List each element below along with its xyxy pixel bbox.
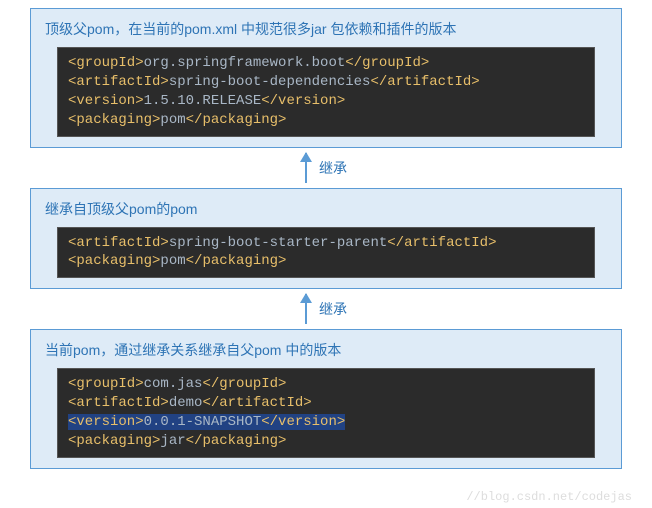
inherit-arrow-1: 继承 xyxy=(0,148,652,188)
code-block: <artifactId>spring-boot-starter-parent</… xyxy=(57,227,595,279)
watermark: //blog.csdn.net/codejas xyxy=(466,490,632,504)
arrow-label: 继承 xyxy=(319,299,347,319)
parent-pom-box: 继承自顶级父pom的pom <artifactId>spring-boot-st… xyxy=(30,188,622,290)
arrow-label: 继承 xyxy=(319,158,347,178)
inherit-arrow-2: 继承 xyxy=(0,289,652,329)
code-block: <groupId>org.springframework.boot</group… xyxy=(57,47,595,137)
code-block: <groupId>com.jas</groupId> <artifactId>d… xyxy=(57,368,595,458)
top-pom-box: 顶级父pom，在当前的pom.xml 中规范很多jar 包依赖和插件的版本 <g… xyxy=(30,8,622,148)
box-title: 继承自顶级父pom的pom xyxy=(45,199,607,219)
box-title: 顶级父pom，在当前的pom.xml 中规范很多jar 包依赖和插件的版本 xyxy=(45,19,607,39)
box-title: 当前pom，通过继承关系继承自父pom 中的版本 xyxy=(45,340,607,360)
current-pom-box: 当前pom，通过继承关系继承自父pom 中的版本 <groupId>com.ja… xyxy=(30,329,622,469)
